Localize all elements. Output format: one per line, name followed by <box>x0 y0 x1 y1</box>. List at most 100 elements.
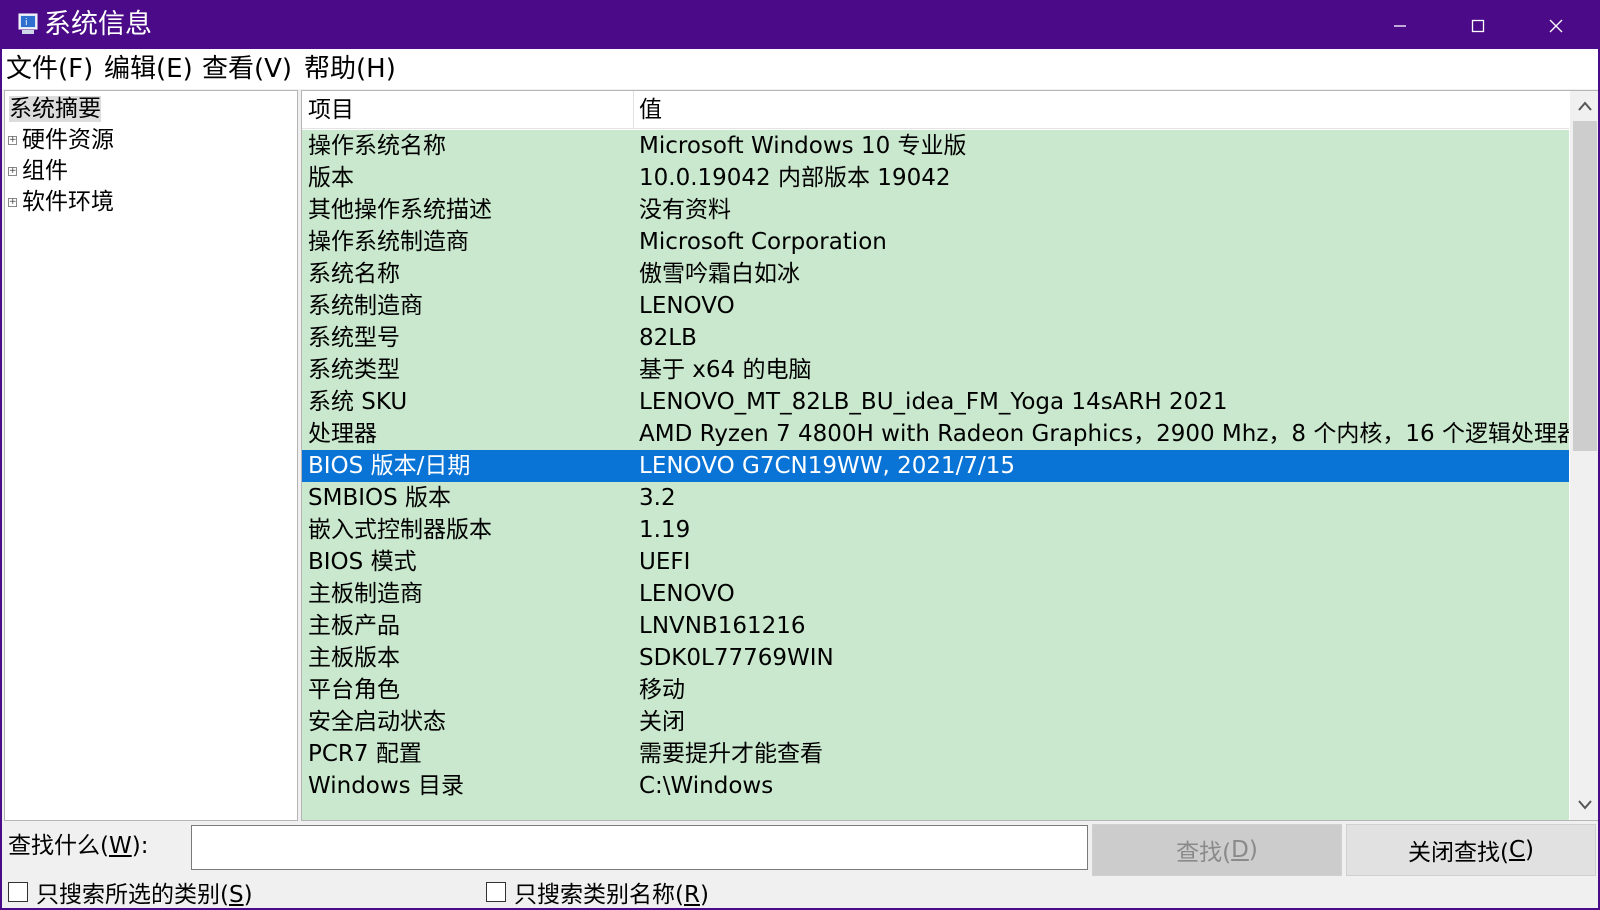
list-rows: 操作系统名称 Microsoft Windows 10 专业版版本 10.0.190… <box>302 130 1569 820</box>
cell-value: 傲雪吟霜白如冰 <box>639 261 800 287</box>
maximize-button[interactable] <box>1439 2 1517 49</box>
cell-value: LNVNB161216 <box>639 613 806 639</box>
table-row[interactable]: 嵌入式控制器版本 1.19 <box>302 514 1569 546</box>
find-what-input[interactable] <box>191 825 1088 870</box>
expand-plus-icon[interactable]: + <box>8 198 17 207</box>
checkbox-label: 只搜索所选的类别(S) <box>36 882 253 908</box>
maximize-icon <box>1471 19 1485 32</box>
table-row[interactable]: PCR7 配置 需要提升才能查看 <box>302 738 1569 770</box>
cell-value: LENOVO <box>639 581 735 607</box>
close-find-button[interactable]: 关闭查找(C) <box>1346 824 1596 876</box>
close-button[interactable] <box>1517 2 1595 49</box>
cell-value: 基于 x64 的电脑 <box>639 357 812 383</box>
cell-value: 移动 <box>639 677 685 703</box>
cell-value: 关闭 <box>639 709 685 735</box>
cell-item: 主板制造商 <box>308 581 423 607</box>
close-icon <box>1549 19 1563 32</box>
menu-edit[interactable]: 编辑(E) <box>104 51 193 87</box>
cell-item: 操作系统制造商 <box>308 229 469 255</box>
table-row[interactable]: 操作系统制造商 Microsoft Corporation <box>302 226 1569 258</box>
search-category-names-checkbox[interactable]: 只搜索类别名称(R) <box>486 875 709 908</box>
menu-view[interactable]: 查看(V) <box>202 51 292 87</box>
category-tree: 系统摘要 + 硬件资源 + 组件 + 软件环境 <box>4 90 298 821</box>
tree-item-label: 硬件资源 <box>22 127 114 153</box>
details-list: 项目 值 操作系统名称 Microsoft Windows 10 专业版版本 10.… <box>301 90 1598 821</box>
tree-item-system-summary[interactable]: 系统摘要 <box>9 94 101 124</box>
window-title: 系统信息 <box>44 9 152 40</box>
cell-item: BIOS 版本/日期 <box>308 453 471 479</box>
cell-value: 10.0.19042 内部版本 19042 <box>639 165 951 191</box>
find-what-label: 查找什么(W): <box>8 833 149 859</box>
checkbox-label: 只搜索类别名称(R) <box>514 882 709 908</box>
tree-item-software-environment[interactable]: + 软件环境 <box>8 187 114 217</box>
vertical-scrollbar[interactable] <box>1570 91 1598 820</box>
cell-value: Microsoft Windows 10 专业版 <box>639 133 967 159</box>
cell-item: 主板产品 <box>308 613 400 639</box>
cell-item: 系统型号 <box>308 325 400 351</box>
cell-item: 版本 <box>308 165 354 191</box>
scroll-up-button[interactable] <box>1570 91 1598 121</box>
table-row[interactable]: 平台角色 移动 <box>302 674 1569 706</box>
cell-value: LENOVO G7CN19WW, 2021/7/15 <box>639 453 1016 479</box>
cell-item: 系统名称 <box>308 261 400 287</box>
cell-item: PCR7 配置 <box>308 741 422 767</box>
column-divider[interactable] <box>633 91 634 129</box>
cell-item: BIOS 模式 <box>308 549 417 575</box>
table-row[interactable]: 主板制造商 LENOVO <box>302 578 1569 610</box>
cell-value: 需要提升才能查看 <box>639 741 823 767</box>
cell-value: AMD Ryzen 7 4800H with Radeon Graphics，2… <box>639 421 1569 447</box>
table-row[interactable]: 系统型号 82LB <box>302 322 1569 354</box>
table-row[interactable]: BIOS 版本/日期 LENOVO G7CN19WW, 2021/7/15 <box>302 450 1569 482</box>
cell-item: 主板版本 <box>308 645 400 671</box>
table-row[interactable]: 主板产品 LNVNB161216 <box>302 610 1569 642</box>
expand-plus-icon[interactable]: + <box>8 167 17 176</box>
cell-value: 没有资料 <box>639 197 731 223</box>
search-selected-category-checkbox[interactable]: 只搜索所选的类别(S) <box>8 875 253 908</box>
cell-item: Windows 目录 <box>308 773 464 799</box>
find-button[interactable]: 查找(D) <box>1092 824 1342 876</box>
cell-item: 其他操作系统描述 <box>308 197 492 223</box>
table-row[interactable]: SMBIOS 版本 3.2 <box>302 482 1569 514</box>
table-row[interactable]: 安全启动状态 关闭 <box>302 706 1569 738</box>
cell-value: Microsoft Corporation <box>639 229 887 255</box>
column-header-value[interactable]: 值 <box>639 93 662 127</box>
table-row[interactable]: 系统类型 基于 x64 的电脑 <box>302 354 1569 386</box>
title-bar[interactable]: i 系统信息 <box>2 2 1598 49</box>
menu-help[interactable]: 帮助(H) <box>304 51 396 87</box>
cell-value: 82LB <box>639 325 697 351</box>
tree-item-label: 组件 <box>22 158 68 184</box>
table-row[interactable]: 版本 10.0.19042 内部版本 19042 <box>302 162 1569 194</box>
tree-item-components[interactable]: + 组件 <box>8 156 68 186</box>
expand-plus-icon[interactable]: + <box>8 136 17 145</box>
cell-item: 处理器 <box>308 421 377 447</box>
tree-item-hardware-resources[interactable]: + 硬件资源 <box>8 125 114 155</box>
checkbox-box[interactable] <box>8 882 28 902</box>
cell-item: 平台角色 <box>308 677 400 703</box>
chevron-up-icon <box>1578 101 1592 111</box>
checkbox-box[interactable] <box>486 882 506 902</box>
table-row[interactable]: 系统 SKU LENOVO_MT_82LB_BU_idea_FM_Yoga 14s… <box>302 386 1569 418</box>
cell-item: 系统制造商 <box>308 293 423 319</box>
cell-item: 安全启动状态 <box>308 709 446 735</box>
scroll-down-button[interactable] <box>1570 790 1598 820</box>
cell-item: 系统类型 <box>308 357 400 383</box>
tree-item-label: 软件环境 <box>22 189 114 215</box>
cell-item: 嵌入式控制器版本 <box>308 517 492 543</box>
list-header: 项目 值 <box>302 91 1569 129</box>
table-row[interactable]: 系统名称 傲雪吟霜白如冰 <box>302 258 1569 290</box>
cell-item: 操作系统名称 <box>308 133 446 159</box>
tree-item-label: 系统摘要 <box>9 96 101 122</box>
table-row[interactable]: BIOS 模式 UEFI <box>302 546 1569 578</box>
table-row[interactable]: Windows 目录 C:\Windows <box>302 770 1569 802</box>
scroll-thumb[interactable] <box>1573 121 1597 451</box>
column-header-item[interactable]: 项目 <box>308 93 354 127</box>
table-row[interactable]: 操作系统名称 Microsoft Windows 10 专业版 <box>302 130 1569 162</box>
cell-value: LENOVO_MT_82LB_BU_idea_FM_Yoga 14sARH 20… <box>639 389 1228 415</box>
cell-value: LENOVO <box>639 293 735 319</box>
table-row[interactable]: 主板版本 SDK0L77769WIN <box>302 642 1569 674</box>
table-row[interactable]: 系统制造商 LENOVO <box>302 290 1569 322</box>
table-row[interactable]: 其他操作系统描述 没有资料 <box>302 194 1569 226</box>
table-row[interactable]: 处理器 AMD Ryzen 7 4800H with Radeon Graphic… <box>302 418 1569 450</box>
menu-file[interactable]: 文件(F) <box>6 51 93 87</box>
minimize-button[interactable] <box>1361 2 1439 49</box>
